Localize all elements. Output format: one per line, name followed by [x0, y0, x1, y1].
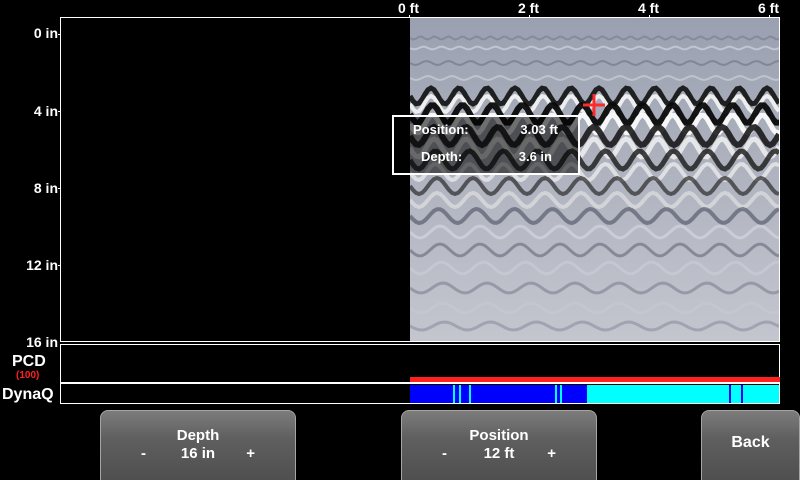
- x-tick-0ft: 0 ft: [398, 0, 419, 16]
- back-button-label: Back: [731, 434, 770, 451]
- depth-softkey[interactable]: Depth - 16 in +: [100, 410, 296, 480]
- depth-increase-button[interactable]: +: [246, 445, 255, 462]
- crosshair-cursor[interactable]: [583, 94, 605, 116]
- position-softkey[interactable]: Position - 12 ft +: [401, 410, 597, 480]
- y-tick-16in: 16 in: [26, 334, 58, 350]
- dynaq-bar-cyan: [587, 385, 779, 403]
- dynaq-label: DynaQ: [2, 386, 54, 403]
- dynaq-marker: [469, 385, 471, 403]
- y-tick-8in: 8 in: [33, 180, 58, 196]
- position-increase-button[interactable]: +: [547, 445, 556, 462]
- radar-scan-image: [410, 18, 779, 341]
- pcd-label: PCD: [12, 353, 46, 370]
- depth-value: 3.6 in: [518, 149, 552, 164]
- dynaq-marker: [555, 385, 557, 403]
- y-tick-12in: 12 in: [26, 257, 58, 273]
- pcd-value: (100): [16, 370, 40, 381]
- back-button[interactable]: Back: [701, 410, 800, 480]
- x-tick-4ft: 4 ft: [638, 0, 659, 16]
- position-softkey-title: Position: [469, 427, 529, 444]
- pcd-track: [60, 344, 780, 383]
- position-label: Position:: [413, 122, 469, 137]
- dynaq-marker: [453, 385, 455, 403]
- x-tick-2ft: 2 ft: [518, 0, 539, 16]
- cursor-readout: Position: 3.03 ft Depth: 3.6 in: [392, 115, 580, 175]
- dynaq-marker: [560, 385, 562, 403]
- dynaq-marker: [459, 385, 461, 403]
- position-value-display: 12 ft: [483, 445, 515, 462]
- position-decrease-button[interactable]: -: [442, 445, 447, 462]
- dynaq-marker: [741, 385, 743, 403]
- depth-decrease-button[interactable]: -: [141, 445, 146, 462]
- position-value: 3.03 ft: [520, 122, 558, 137]
- scan-area[interactable]: [60, 17, 780, 342]
- y-tick-4in: 4 in: [33, 103, 58, 119]
- x-tick-6ft: 6 ft: [758, 0, 779, 16]
- depth-label: Depth:: [421, 149, 463, 164]
- depth-softkey-title: Depth: [176, 427, 220, 444]
- y-tick-0in: 0 in: [33, 25, 58, 41]
- dynaq-track: [60, 383, 780, 404]
- depth-value-display: 16 in: [180, 445, 216, 462]
- dynaq-marker: [729, 385, 731, 403]
- pcd-bar: [410, 377, 780, 382]
